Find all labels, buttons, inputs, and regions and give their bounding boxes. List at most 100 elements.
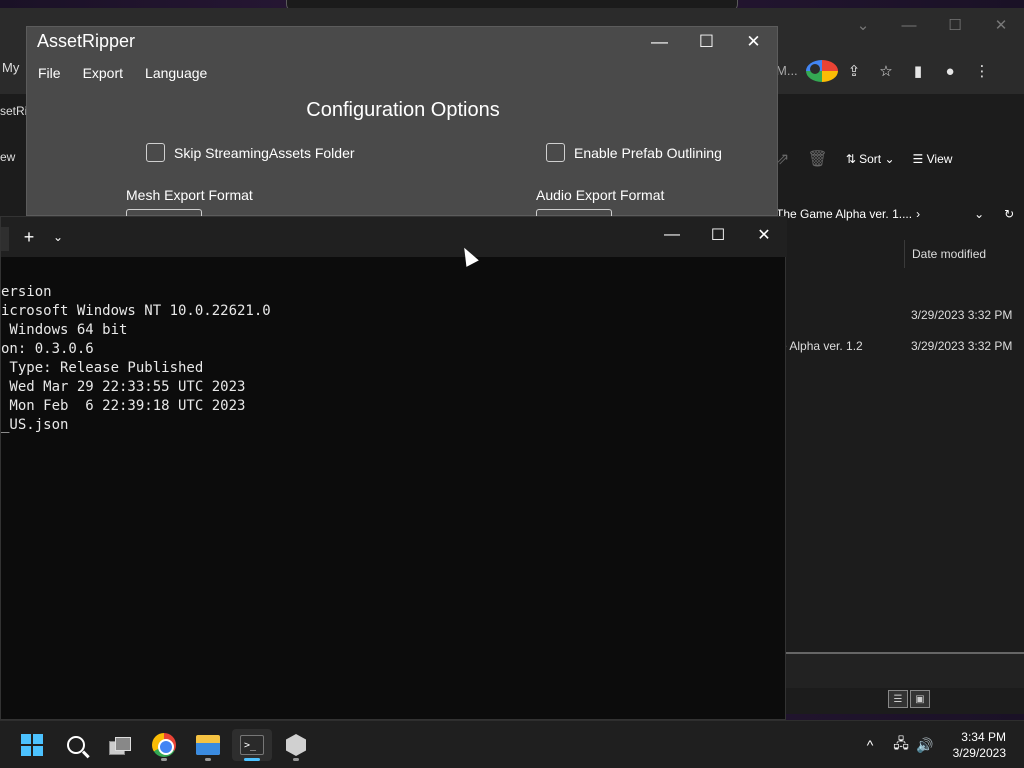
chrome-icon <box>152 733 176 757</box>
checkbox-box[interactable] <box>146 143 165 162</box>
explorer-address-bar[interactable]: The Game Alpha ver. 1.... › ⌄ ↻ <box>776 202 1024 226</box>
running-indicator <box>293 758 299 761</box>
checkbox-label: Enable Prefab Outlining <box>574 144 722 161</box>
view-toggle: ☰ ▣ <box>888 690 930 708</box>
mesh-format-label: Mesh Export Format <box>126 187 253 203</box>
terminal-icon: >_ <box>240 735 264 755</box>
assetripper-icon <box>286 734 306 756</box>
network-icon[interactable]: 🖧 <box>888 733 914 757</box>
taskbar: >_ ^ 🖧 🔊 3:34 PM 3/29/2023 <box>0 720 1024 768</box>
task-view-button[interactable] <box>100 729 140 761</box>
refresh-icon[interactable]: ↻ <box>1004 207 1014 221</box>
terminal-output[interactable]: ersion icrosoft Windows NT 10.0.22621.0 W… <box>1 264 787 473</box>
chrome-toolbar-icons: ⇪ ☆ ▮ ● ⋮ <box>806 60 998 82</box>
details-view-icon[interactable]: ☰ <box>888 690 908 708</box>
start-button[interactable] <box>12 729 52 761</box>
terminal-line: Type: Release Published <box>1 360 204 376</box>
folder-icon <box>196 735 220 755</box>
volume-icon[interactable]: 🔊 <box>914 737 936 754</box>
google-icon[interactable] <box>806 60 838 82</box>
terminal-tab-bar: + ⌄ — ☐ ✕ <box>1 217 787 257</box>
task-view-icon <box>109 737 131 755</box>
chrome-url-text[interactable]: M... <box>776 63 798 78</box>
new-tab-icon[interactable]: + <box>19 225 39 249</box>
terminal-tab[interactable] <box>1 227 9 251</box>
view-label: View <box>926 152 953 166</box>
chevron-right-icon: › <box>916 207 921 221</box>
chevron-down-icon[interactable]: ⌄ <box>49 227 67 247</box>
skip-streamingassets-checkbox[interactable]: Skip StreamingAssets Folder <box>146 143 355 162</box>
chrome-bookmark-text[interactable]: My <box>2 60 19 75</box>
chevron-down-icon[interactable]: ⌄ <box>974 207 984 221</box>
terminal-taskbar-button[interactable]: >_ <box>232 729 272 761</box>
minimize-icon[interactable]: — <box>886 8 932 42</box>
active-indicator <box>244 758 260 761</box>
running-indicator <box>205 758 211 761</box>
trash-icon[interactable]: 🗑 <box>807 149 827 169</box>
terminal-line: icrosoft Windows NT 10.0.22621.0 <box>1 303 271 319</box>
profile-icon[interactable]: ● <box>934 60 966 82</box>
window-controls: — ☐ ✕ <box>649 217 787 253</box>
chevron-up-icon[interactable]: ^ <box>860 737 880 753</box>
menu-file[interactable]: File <box>27 63 72 83</box>
terminal-line: _US.json <box>1 417 69 433</box>
explorer-view-menu[interactable]: ew <box>0 150 15 164</box>
file-date: 3/29/2023 3:32 PM <box>911 308 1013 322</box>
running-indicator <box>161 758 167 761</box>
explorer-taskbar-button[interactable] <box>188 729 228 761</box>
chrome-window-controls: ⌄ — ☐ ✕ <box>840 8 1024 42</box>
minimize-icon[interactable]: — <box>636 27 683 57</box>
column-header-date[interactable]: Date modified <box>904 240 1024 268</box>
explorer-toolbar: ⇗ 🗑 ⇅ Sort ⌄ ☰ View <box>776 144 952 174</box>
terminal-line: Windows 64 bit <box>1 322 128 338</box>
taskbar-clock[interactable]: 3:34 PM 3/29/2023 <box>953 729 1006 761</box>
maximize-icon[interactable]: ☐ <box>683 27 730 57</box>
more-icon[interactable]: ⋮ <box>966 60 998 82</box>
clock-date: 3/29/2023 <box>952 746 1006 760</box>
checkbox-label: Skip StreamingAssets Folder <box>174 144 355 161</box>
assetripper-taskbar-button[interactable] <box>276 729 316 761</box>
explorer-tab-label[interactable]: setRi <box>0 104 27 118</box>
view-button[interactable]: ☰ View <box>913 152 953 166</box>
close-icon[interactable]: ✕ <box>741 217 787 253</box>
file-name: e Alpha ver. 1.2 <box>780 339 863 353</box>
breadcrumb: The Game Alpha ver. 1.... <box>776 207 913 221</box>
share-icon[interactable]: ⇪ <box>838 60 870 82</box>
side-panel-icon[interactable]: ▮ <box>902 60 934 82</box>
maximize-icon[interactable]: ☐ <box>695 217 741 253</box>
file-date: 3/29/2023 3:32 PM <box>911 339 1013 353</box>
sort-label: Sort <box>859 152 882 166</box>
terminal-window: + ⌄ — ☐ ✕ ersion icrosoft Windows NT 10.0… <box>0 216 787 720</box>
close-icon[interactable]: ✕ <box>730 27 777 57</box>
chrome-taskbar-button[interactable] <box>144 729 184 761</box>
window-controls: — ☐ ✕ <box>636 27 777 57</box>
terminal-line: Wed Mar 29 22:33:55 UTC 2023 <box>1 379 246 395</box>
menu-language[interactable]: Language <box>134 63 218 83</box>
list-item[interactable]: e Alpha ver. 1.2 3/29/2023 3:32 PM <box>780 339 1024 353</box>
search-icon <box>67 736 85 754</box>
sort-button[interactable]: ⇅ Sort ⌄ <box>846 152 895 166</box>
prefab-outlining-checkbox[interactable]: Enable Prefab Outlining <box>546 143 722 162</box>
chevron-down-icon[interactable]: ⌄ <box>840 8 886 42</box>
terminal-line: ersion <box>1 284 52 300</box>
tiles-view-icon[interactable]: ▣ <box>910 690 930 708</box>
share-icon[interactable]: ⇗ <box>776 149 789 169</box>
star-icon[interactable]: ☆ <box>870 60 902 82</box>
page-title: Configuration Options <box>306 99 500 121</box>
window-title: AssetRipper <box>37 31 136 51</box>
minimize-icon[interactable]: — <box>649 217 695 253</box>
menu-bar: File Export Language <box>27 63 218 83</box>
menu-export[interactable]: Export <box>72 63 134 83</box>
maximize-icon[interactable]: ☐ <box>932 8 978 42</box>
search-button[interactable] <box>56 729 96 761</box>
explorer-details-pane <box>786 652 1024 688</box>
assetripper-window: AssetRipper — ☐ ✕ File Export Language C… <box>26 26 778 217</box>
clock-time: 3:34 PM <box>961 730 1006 744</box>
system-tray: ^ 🖧 🔊 <box>860 721 936 768</box>
terminal-line: on: 0.3.0.6 <box>1 341 94 357</box>
checkbox-box[interactable] <box>546 143 565 162</box>
close-icon[interactable]: ✕ <box>978 8 1024 42</box>
audio-format-label: Audio Export Format <box>536 187 665 203</box>
windows-logo-icon <box>21 734 43 756</box>
terminal-line: Mon Feb 6 22:39:18 UTC 2023 <box>1 398 246 414</box>
